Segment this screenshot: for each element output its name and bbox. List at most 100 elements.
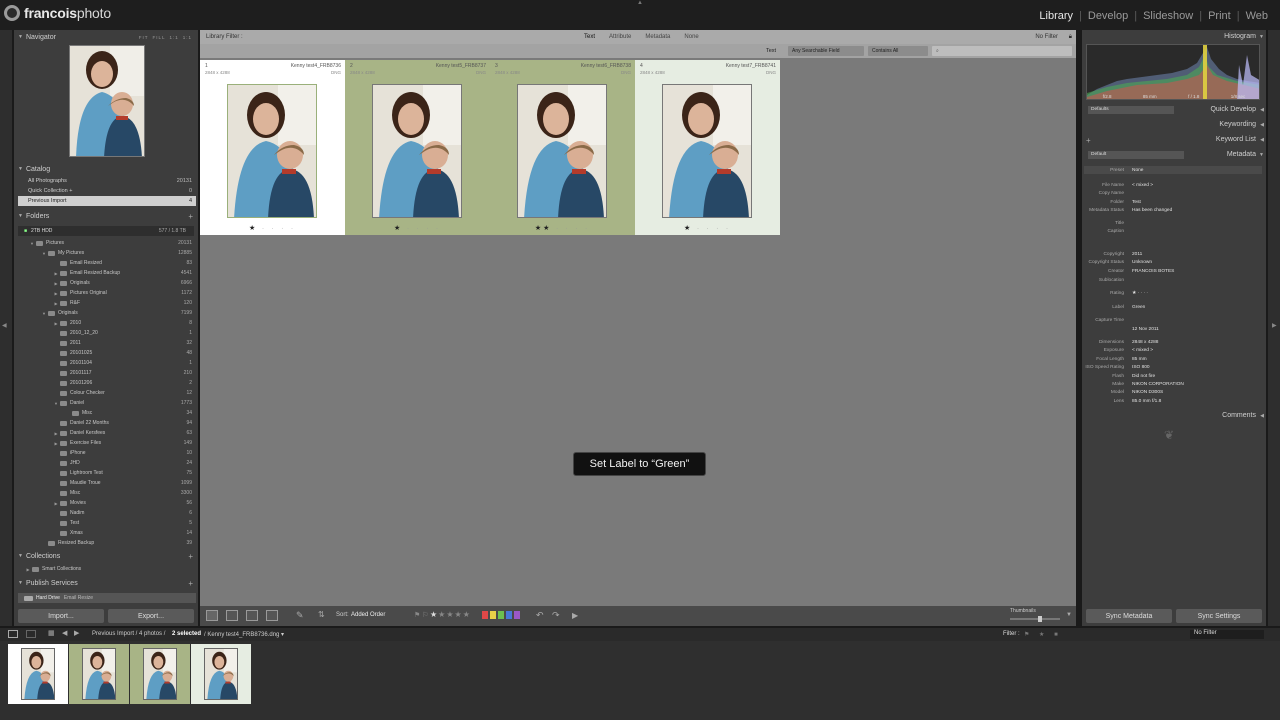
back-icon[interactable]: ◀ xyxy=(62,629,67,637)
nav-zoom-options[interactable]: FIT FILL 1:1 1:1 xyxy=(135,35,192,40)
navigator-header[interactable]: ▼ Navigator FIT FILL 1:1 1:1 xyxy=(14,31,198,43)
filmstrip-thumbnail[interactable] xyxy=(8,644,68,704)
add-collection-icon[interactable]: + xyxy=(188,552,193,561)
blue-label-icon[interactable] xyxy=(506,611,512,619)
filter-option-metadata[interactable]: Metadata xyxy=(645,34,670,40)
folder-item[interactable]: Nadim 6 xyxy=(18,508,196,518)
expand-icon[interactable]: ▶ xyxy=(52,281,60,286)
folder-item[interactable]: ▶ Pictures Original 1172 xyxy=(18,288,196,298)
publish-services-header[interactable]: ▼ Publish Services + xyxy=(14,577,198,589)
folder-item[interactable]: Misc 34 xyxy=(18,408,196,418)
folder-item[interactable]: ▼ Daniel 1773 xyxy=(18,398,196,408)
grid-view-icon[interactable] xyxy=(206,610,218,621)
folder-item[interactable]: Test 5 xyxy=(18,518,196,528)
keyword-list-header[interactable]: Keyword List ◀ xyxy=(1082,134,1266,146)
folder-item[interactable]: Resized Backup 39 xyxy=(18,538,196,548)
filter-option-attribute[interactable]: Attribute xyxy=(609,34,631,40)
folder-item[interactable]: Lightroom Test 75 xyxy=(18,468,196,478)
module-library[interactable]: Library xyxy=(1039,10,1073,22)
slider-thumb[interactable] xyxy=(1038,616,1042,622)
catalog-item[interactable]: All Photographs 20131 xyxy=(18,176,196,186)
catalog-item[interactable]: Quick Collection + 0 xyxy=(18,186,196,196)
green-label-icon[interactable] xyxy=(498,611,504,619)
folder-item[interactable]: 2011 32 xyxy=(18,338,196,348)
folder-item[interactable]: JHD 24 xyxy=(18,458,196,468)
folder-item[interactable]: ▶ Exercise Files 149 xyxy=(18,438,196,448)
collapse-icon[interactable]: ▼ xyxy=(40,311,48,316)
color-labels[interactable] xyxy=(482,611,520,619)
sync-settings-button[interactable]: Sync Settings xyxy=(1176,609,1262,623)
folder-item[interactable]: 2010_12_20 1 xyxy=(18,328,196,338)
folder-item[interactable]: 20101025 48 xyxy=(18,348,196,358)
expand-icon[interactable]: ▶ xyxy=(52,321,60,326)
rotate-right-icon[interactable]: ↷ xyxy=(552,610,560,621)
metadata-row[interactable]: Metadata Status Has been changed xyxy=(1084,206,1262,214)
filter-option-none[interactable]: None xyxy=(684,34,698,40)
rotate-left-icon[interactable]: ↶ xyxy=(536,610,544,621)
grid-icon[interactable]: ▦ xyxy=(48,629,55,637)
grid-cell[interactable]: 2 Kenny test5_FRB8737 2848 x 4288 DNG ★ · · … xyxy=(345,60,490,235)
metadata-row[interactable]: Copyright Status Unknown xyxy=(1084,258,1262,266)
import-button[interactable]: Import... xyxy=(18,609,104,623)
keywording-header[interactable]: Keywording ◀ xyxy=(1082,119,1266,131)
expand-icon[interactable]: ▶ xyxy=(52,501,60,506)
cell-thumbnail[interactable] xyxy=(662,84,752,218)
purple-label-icon[interactable] xyxy=(514,611,520,619)
filmstrip-thumbnail[interactable] xyxy=(130,644,190,704)
catalog-item[interactable]: Previous Import 4 xyxy=(18,196,196,206)
sort-direction-icon[interactable]: ⇅ xyxy=(318,610,325,619)
expand-icon[interactable]: ▶ xyxy=(52,301,60,306)
module-web[interactable]: Web xyxy=(1246,10,1268,22)
folders-header[interactable]: ▼ Folders + xyxy=(14,210,198,222)
folder-item[interactable]: 20101117 210 xyxy=(18,368,196,378)
folder-item[interactable]: ▶ R&F 120 xyxy=(18,298,196,308)
folder-item[interactable]: ▶ Originals 6966 xyxy=(18,278,196,288)
metadata-row[interactable]: Creator FRANCOIS BOTES xyxy=(1084,267,1262,275)
filmstrip-filter-icons[interactable]: ⚑ ★ ■ xyxy=(1024,631,1062,638)
metadata-row[interactable]: Sublocation xyxy=(1084,276,1262,284)
comments-header[interactable]: Comments ◀ xyxy=(1082,410,1266,422)
rule-select[interactable]: Contains All xyxy=(868,46,928,56)
flag-icons[interactable]: ⚑ ⚐ xyxy=(414,611,429,619)
metadata-row[interactable]: Capture Time xyxy=(1084,316,1262,324)
toolbar-menu-icon[interactable]: ▼ xyxy=(1066,612,1072,618)
filmstrip-thumbnail[interactable] xyxy=(69,644,129,704)
smart-collections-row[interactable]: ▶ Smart Collections xyxy=(18,564,196,574)
collapse-icon[interactable]: ▼ xyxy=(52,401,60,406)
metadata-row[interactable]: Make NIKON CORPORATION xyxy=(1084,380,1262,388)
current-file[interactable]: / Kenny test4_FRB8736.dng ▾ xyxy=(204,631,284,638)
histogram-header[interactable]: Histogram ▼ xyxy=(1082,31,1266,43)
metadata-row[interactable]: Dimensions 2848 x 4288 xyxy=(1084,338,1262,346)
cell-rating[interactable]: ★ · · · · xyxy=(200,224,345,232)
survey-view-icon[interactable] xyxy=(266,610,278,621)
metadata-row[interactable]: Title xyxy=(1084,219,1262,227)
metadata-row[interactable]: 12 Nov 2011 xyxy=(1084,325,1262,333)
second-window-icon[interactable] xyxy=(26,630,36,638)
expand-icon[interactable]: ▶ xyxy=(52,291,60,296)
module-print[interactable]: Print xyxy=(1208,10,1231,22)
preset-row[interactable]: Preset None xyxy=(1084,166,1262,174)
metadata-row[interactable]: Folder Test xyxy=(1084,198,1262,206)
cell-rating[interactable]: ★ · · · · xyxy=(345,224,490,232)
navigator-preview[interactable] xyxy=(69,45,145,157)
metadata-row[interactable]: Caption xyxy=(1084,227,1262,235)
folder-item[interactable]: ▶ 2010 8 xyxy=(18,318,196,328)
quick-develop-header[interactable]: Quick Develop ◀ xyxy=(1082,104,1266,116)
metadata-header[interactable]: Metadata ▼ xyxy=(1082,149,1266,161)
main-window-icon[interactable] xyxy=(8,630,18,638)
right-panel-toggle-icon[interactable]: ▶ xyxy=(1272,322,1277,329)
collections-header[interactable]: ▼ Collections + xyxy=(14,550,198,562)
metadata-row[interactable]: Lens 85.0 mm f/1.8 xyxy=(1084,397,1262,405)
metadata-row[interactable]: Copy Name xyxy=(1084,189,1262,197)
play-icon[interactable]: ▶ xyxy=(572,611,578,620)
module-slideshow[interactable]: Slideshow xyxy=(1143,10,1193,22)
folder-item[interactable]: Xmas 14 xyxy=(18,528,196,538)
search-input[interactable]: ⌕ xyxy=(932,46,1072,56)
filter-preset-select[interactable]: No Filter xyxy=(1035,34,1058,40)
spray-can-icon[interactable]: ✎ xyxy=(296,610,304,621)
hard-drive-publish-row[interactable]: Hard Drive Email Resize xyxy=(18,593,196,603)
rating-stars[interactable]: ★★★★★ xyxy=(430,610,471,619)
filter-option-text[interactable]: Text xyxy=(584,34,595,40)
loupe-view-icon[interactable] xyxy=(226,610,238,621)
metadata-row[interactable]: Copyright 2011 xyxy=(1084,250,1262,258)
